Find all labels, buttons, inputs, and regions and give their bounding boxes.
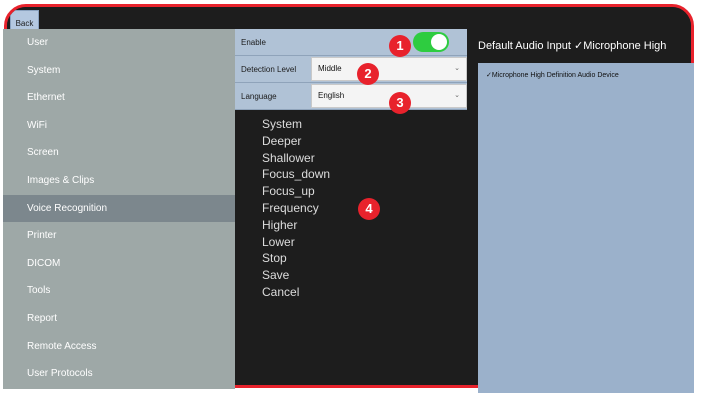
- settings-sidebar: User System Ethernet WiFi Screen Images …: [3, 29, 235, 389]
- sidebar-item-remote-access[interactable]: Remote Access: [3, 333, 235, 361]
- sidebar-item-user[interactable]: User: [3, 29, 235, 57]
- sidebar-item-voice-recognition[interactable]: Voice Recognition: [3, 194, 235, 223]
- chevron-down-icon: ⌄: [454, 92, 460, 99]
- command-item: Focus_up: [262, 184, 315, 199]
- command-item: Focus_down: [262, 167, 331, 182]
- chevron-down-icon: ⌄: [454, 65, 460, 72]
- detection-level-row: Detection Level Middle ⌄: [235, 56, 467, 83]
- callout-marker-1: 1: [389, 35, 411, 57]
- detection-level-label: Detection Level: [241, 65, 297, 74]
- detection-level-value: Middle: [318, 64, 342, 73]
- audio-device-item[interactable]: ✓Microphone High Definition Audio Device: [486, 71, 619, 79]
- sidebar-item-ethernet[interactable]: Ethernet: [3, 84, 235, 112]
- sidebar-item-report[interactable]: Report: [3, 305, 235, 333]
- language-row: Language English ⌄: [235, 83, 467, 110]
- language-label: Language: [241, 92, 277, 101]
- callout-marker-2: 2: [357, 63, 379, 85]
- default-audio-input-title: Default Audio Input ✓Microphone High: [478, 40, 667, 52]
- sidebar-item-screen[interactable]: Screen: [3, 139, 235, 167]
- command-item: Lower: [262, 234, 295, 249]
- sidebar-item-wifi[interactable]: WiFi: [3, 112, 235, 140]
- voice-settings-panel: Enable Detection Level Middle ⌄ Language…: [235, 29, 467, 110]
- sidebar-item-system[interactable]: System: [3, 57, 235, 85]
- command-item: Shallower: [262, 150, 315, 165]
- sidebar-item-user-protocols[interactable]: User Protocols: [3, 360, 235, 388]
- voice-commands-list: System Deeper Shallower Focus_down Focus…: [262, 116, 330, 301]
- callout-marker-4: 4: [358, 198, 380, 220]
- sidebar-item-tools[interactable]: Tools: [3, 277, 235, 305]
- command-item: Higher: [262, 217, 298, 232]
- enable-toggle[interactable]: [413, 32, 449, 52]
- callout-marker-3: 3: [389, 92, 411, 114]
- command-item: Stop: [262, 251, 287, 266]
- audio-device-list: ✓Microphone High Definition Audio Device: [478, 63, 694, 393]
- sidebar-item-images-clips[interactable]: Images & Clips: [3, 167, 235, 195]
- toggle-knob: [431, 34, 447, 50]
- command-item: Frequency: [262, 200, 319, 215]
- detection-level-select[interactable]: Middle ⌄: [311, 57, 467, 81]
- command-item: Cancel: [262, 284, 300, 299]
- enable-label: Enable: [241, 38, 266, 47]
- command-item: Deeper: [262, 133, 302, 148]
- enable-row: Enable: [235, 29, 467, 56]
- command-item: System: [262, 117, 303, 131]
- language-value: English: [318, 91, 345, 100]
- command-item: Save: [262, 268, 290, 283]
- sidebar-item-printer[interactable]: Printer: [3, 222, 235, 250]
- sidebar-item-dicom[interactable]: DICOM: [3, 250, 235, 278]
